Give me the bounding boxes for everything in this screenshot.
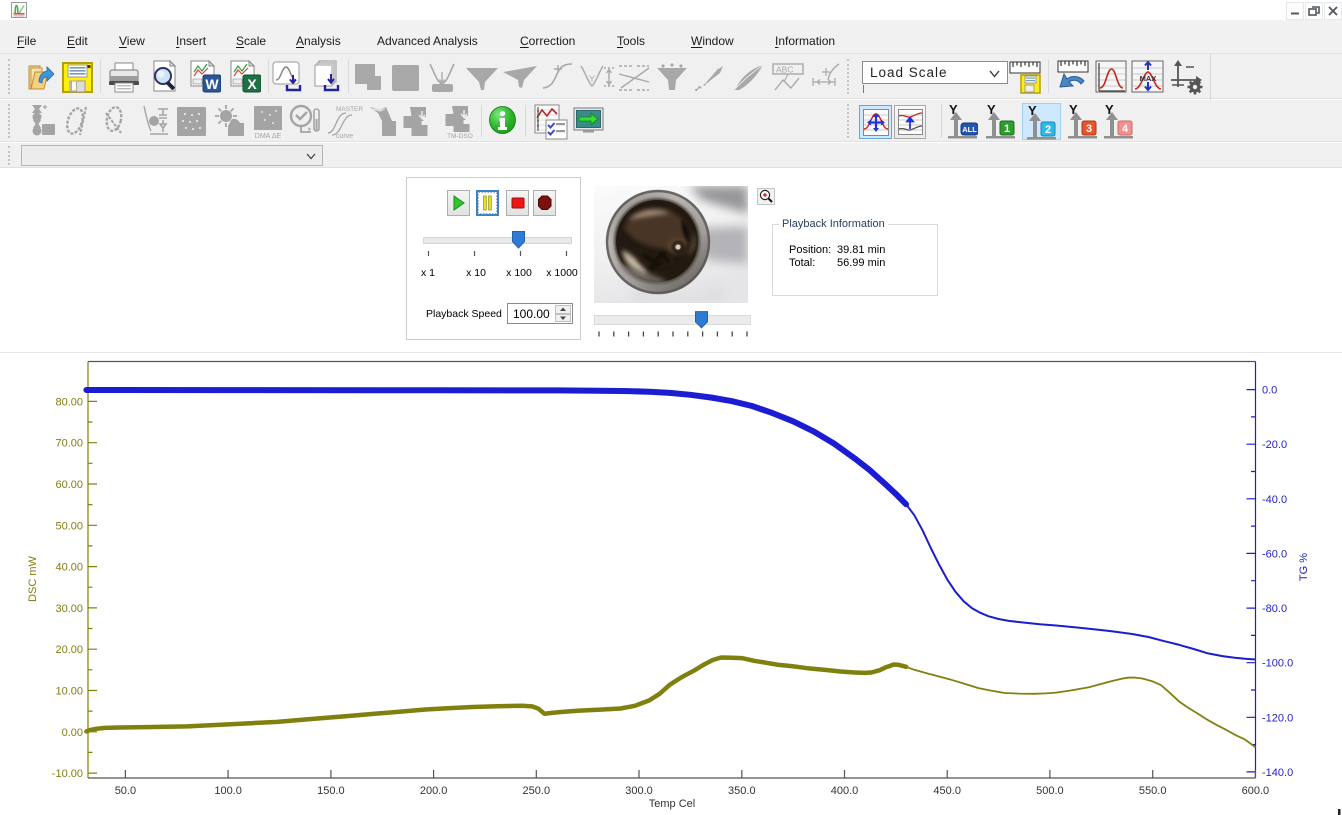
svg-text:60.00: 60.00	[55, 479, 83, 491]
svg-text:30.00: 30.00	[55, 603, 83, 615]
svg-text:100.0: 100.0	[214, 785, 242, 797]
svg-text:50.00: 50.00	[55, 520, 83, 532]
svg-text:0.00: 0.00	[62, 727, 83, 739]
svg-text:TM-DSO: TM-DSO	[447, 133, 473, 140]
svg-text:2: 2	[1045, 124, 1051, 136]
svg-text:Temp Cel: Temp Cel	[649, 798, 695, 810]
svg-text:-40.0: -40.0	[1262, 494, 1287, 506]
svg-text:200.0: 200.0	[420, 785, 448, 797]
svg-text:DMA ΔE: DMA ΔE	[255, 133, 282, 140]
svg-text:300.0: 300.0	[625, 785, 653, 797]
svg-text:600.0: 600.0	[1242, 785, 1270, 797]
svg-text:80.00: 80.00	[55, 396, 83, 408]
svg-text:250.0: 250.0	[523, 785, 551, 797]
svg-text:20.00: 20.00	[55, 644, 83, 656]
svg-text:MASTER: MASTER	[336, 106, 363, 113]
svg-text:ABC_: ABC_	[776, 65, 798, 75]
svg-text:MAX: MAX	[1140, 74, 1157, 83]
svg-text:50.0: 50.0	[115, 785, 136, 797]
svg-text:-10.00: -10.00	[52, 768, 83, 780]
svg-text:X: X	[247, 76, 257, 92]
svg-text:Y: Y	[589, 74, 595, 84]
svg-text:curve: curve	[336, 133, 353, 140]
svg-text:350.0: 350.0	[728, 785, 756, 797]
svg-text:W: W	[205, 76, 219, 92]
svg-text:DSC mW: DSC mW	[27, 555, 39, 601]
svg-text:500.0: 500.0	[1036, 785, 1064, 797]
svg-text:-60.0: -60.0	[1262, 548, 1287, 560]
svg-text:70.00: 70.00	[55, 438, 83, 450]
svg-text:3: 3	[1086, 123, 1092, 135]
svg-text:400.0: 400.0	[831, 785, 859, 797]
svg-text:ALL: ALL	[962, 125, 977, 134]
svg-text:1: 1	[1004, 123, 1010, 135]
svg-text:TG %: TG %	[1298, 553, 1310, 581]
svg-text:450.0: 450.0	[933, 785, 961, 797]
svg-text:-20.0: -20.0	[1262, 439, 1287, 451]
svg-text:4: 4	[1122, 123, 1129, 135]
svg-text:-140.0: -140.0	[1262, 767, 1293, 779]
svg-text:40.00: 40.00	[55, 562, 83, 574]
svg-text:-80.0: -80.0	[1262, 603, 1287, 615]
svg-text:550.0: 550.0	[1139, 785, 1167, 797]
svg-text:10.00: 10.00	[55, 686, 83, 698]
svg-text:0.0: 0.0	[1262, 385, 1277, 397]
svg-text:-120.0: -120.0	[1262, 712, 1293, 724]
svg-text:150.0: 150.0	[317, 785, 345, 797]
svg-text:-100.0: -100.0	[1262, 658, 1293, 670]
